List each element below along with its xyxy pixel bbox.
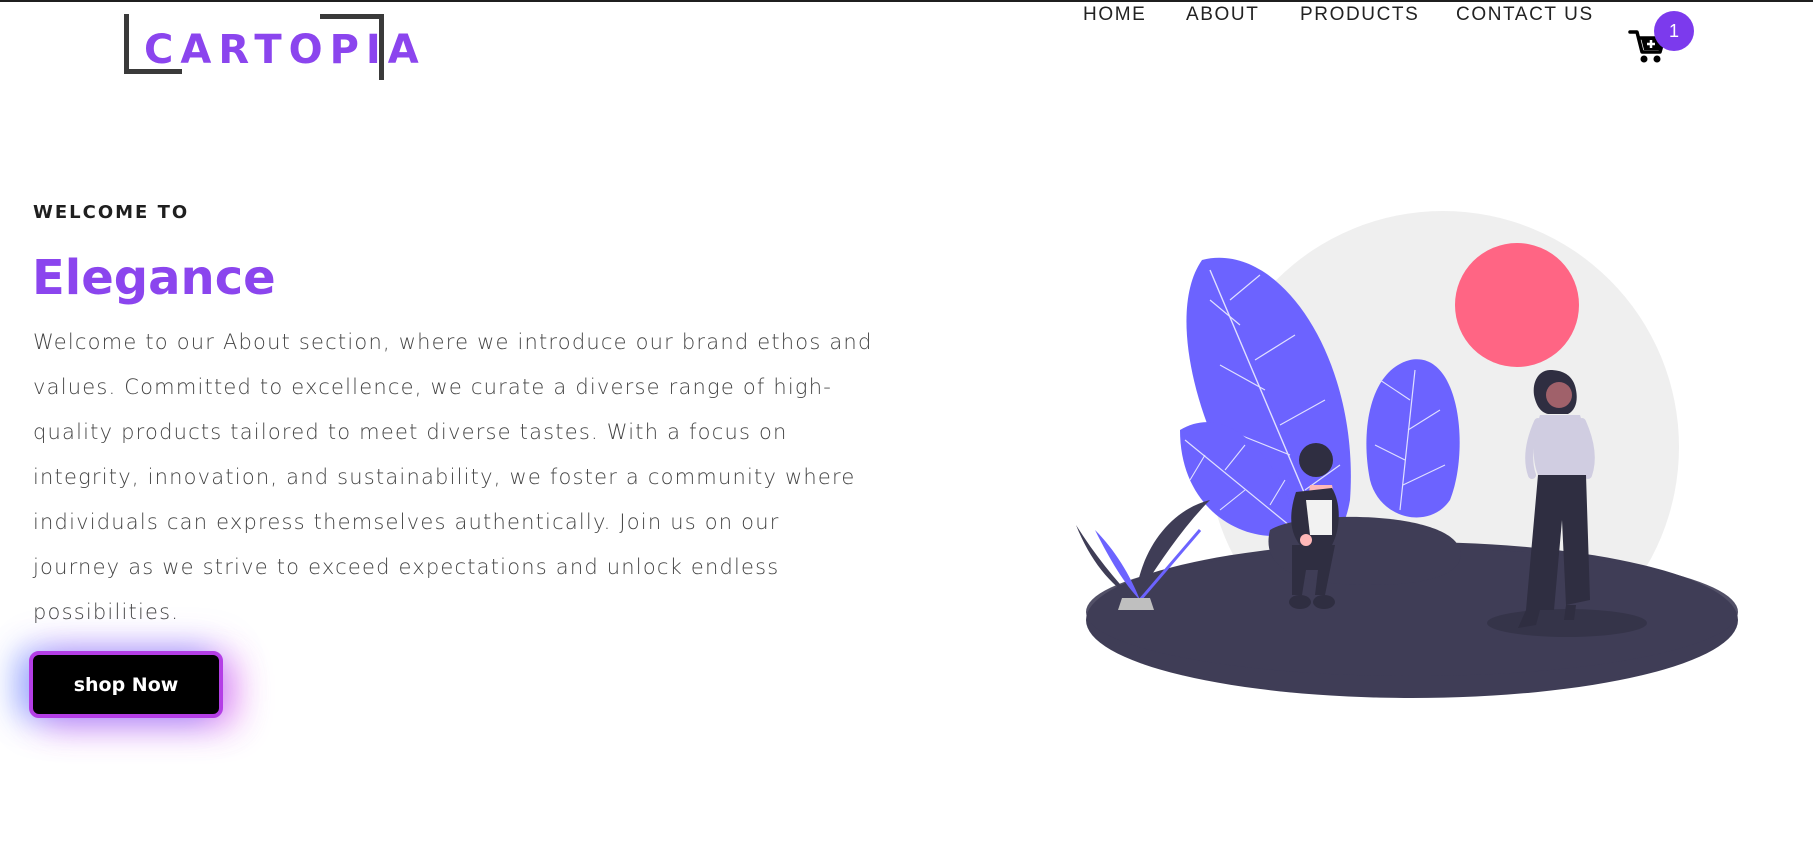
nav-item-contact-us[interactable]: CONTACT US <box>1456 0 1594 30</box>
shop-now-button[interactable]: shop Now <box>29 651 223 718</box>
hero-title: Elegance <box>32 250 276 306</box>
nav-item-products[interactable]: PRODUCTS <box>1300 0 1419 30</box>
hero-eyebrow: WELCOME TO <box>33 202 190 223</box>
logo-text: CARTOPIA <box>144 27 426 73</box>
logo[interactable]: CARTOPIA <box>124 14 419 80</box>
cart-count-badge: 1 <box>1654 11 1694 51</box>
nav-item-about[interactable]: ABOUT <box>1186 0 1259 30</box>
nav-item-home[interactable]: HOME <box>1083 0 1146 30</box>
hero-paragraph: Welcome to our About section, where we i… <box>33 330 873 624</box>
hero-illustration <box>1070 200 1750 720</box>
